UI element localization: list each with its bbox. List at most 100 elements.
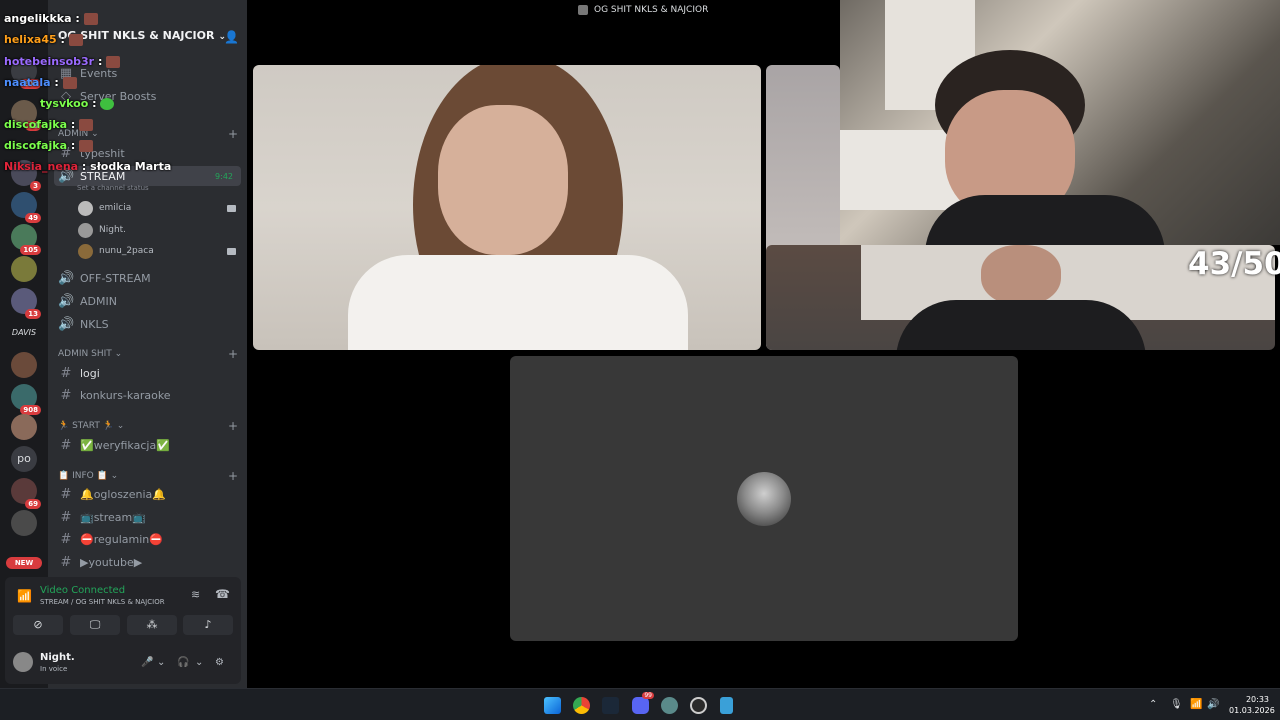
voice-user-name: emilcia <box>99 203 132 213</box>
voice-channel-admin[interactable]: 🔊 ADMIN <box>54 291 241 311</box>
server-header[interactable]: OG SHIT NKLS & NAJCIOR ⌄ <box>58 29 238 47</box>
chat-username: helixa45 <box>4 33 57 46</box>
chat-message: naatala : <box>4 76 77 89</box>
disconnect-icon[interactable]: ☎ <box>215 587 230 601</box>
tv-icon: 📺 <box>80 510 94 524</box>
category-start[interactable]: 🏃 START 🏃 ⌄ + <box>58 419 238 433</box>
voice-user-name: nunu_2paca <box>99 246 154 256</box>
hash-icon: # <box>60 554 72 570</box>
avatar <box>78 200 93 216</box>
emote-icon <box>83 13 98 25</box>
notepad-icon[interactable] <box>720 697 733 714</box>
check-icon: ✅ <box>156 438 170 452</box>
server-icon[interactable]: 69 <box>11 478 41 509</box>
app-icon[interactable] <box>661 697 678 714</box>
mention-badge: 105 <box>20 245 41 255</box>
add-channel-icon[interactable]: + <box>228 469 238 483</box>
server-icon[interactable]: 13 <box>11 288 41 319</box>
clock-time: 20:33 <box>1245 695 1269 704</box>
server-icon[interactable] <box>11 510 37 536</box>
voice-status-subtitle[interactable]: STREAM / OG SHIT NKLS & NAJCIOR <box>40 598 165 606</box>
participant-face <box>981 245 1061 305</box>
voice-user[interactable]: nunu_2paca <box>78 242 238 260</box>
server-icon <box>578 5 588 15</box>
category-label: START <box>72 421 100 431</box>
notification-badge: 99 <box>642 692 654 699</box>
channel-ogloszenia[interactable]: # 🔔 ogloszenia 🔔 <box>54 484 241 504</box>
no-entry-icon: ⛔ <box>80 532 94 546</box>
chevron-down-icon[interactable]: ⌄ <box>195 657 203 668</box>
voice-channel-nkls[interactable]: 🔊 NKLS <box>54 314 241 334</box>
channel-konkurs-karaoke[interactable]: # konkurs-karaoke <box>54 385 241 405</box>
chat-message: discofajka : <box>4 139 94 152</box>
channel-label: NKLS <box>80 317 109 331</box>
voice-channel-off-stream[interactable]: 🔊 OFF-STREAM <box>54 268 241 288</box>
signal-icon[interactable]: 📶 <box>17 589 32 603</box>
server-icon[interactable] <box>11 352 37 378</box>
soundboard-button[interactable]: ♪ <box>183 615 233 635</box>
chat-message: tysvkoo : <box>40 97 115 110</box>
user-name: Night. <box>40 652 75 663</box>
channel-regulamin[interactable]: # ⛔ regulamin ⛔ <box>54 529 241 549</box>
activities-button[interactable]: ⁂ <box>127 615 177 635</box>
chevron-down-icon[interactable]: ⌄ <box>157 657 165 668</box>
chat-message: discofajka : <box>4 118 94 131</box>
channel-stream[interactable]: # 📺 stream 📺 <box>54 507 241 527</box>
participant-face <box>438 105 568 255</box>
voice-user[interactable]: emilcia <box>78 199 238 217</box>
add-channel-icon[interactable]: + <box>228 419 238 433</box>
chat-username: discofajka <box>4 139 67 152</box>
no-entry-icon: ⛔ <box>149 532 163 546</box>
chrome-icon[interactable] <box>573 697 590 714</box>
headphones-icon[interactable]: 🎧 <box>177 657 189 668</box>
camera-toggle-button[interactable]: ⊘ <box>13 615 63 635</box>
server-icon[interactable]: 908 <box>11 384 41 415</box>
add-member-icon[interactable]: 👤 <box>224 30 239 44</box>
window-title: OG SHIT NKLS & NAJCIOR <box>578 5 708 15</box>
mention-badge: 69 <box>25 499 41 509</box>
add-channel-icon[interactable]: + <box>228 127 238 141</box>
channel-logi[interactable]: # logi <box>54 363 241 383</box>
wifi-icon[interactable]: 📶 <box>1190 699 1202 710</box>
voice-status-title: Video Connected <box>40 585 126 596</box>
category-admin-shit[interactable]: ADMIN SHIT ⌄ + <box>58 347 238 361</box>
screen-share-button[interactable]: 🖵 <box>70 615 120 635</box>
microphone-icon[interactable]: 🎤 <box>141 657 153 668</box>
avatar <box>78 222 93 238</box>
add-channel-icon[interactable]: + <box>228 347 238 361</box>
microphone-icon[interactable]: 🎙 <box>1170 699 1183 710</box>
server-icon[interactable] <box>11 414 37 440</box>
steam-icon[interactable] <box>602 697 619 714</box>
participant-shirt <box>925 195 1165 245</box>
system-clock[interactable]: 20:33 01.03.2026 <box>1229 694 1275 716</box>
hash-icon: # <box>60 509 72 525</box>
avatar[interactable] <box>13 652 33 672</box>
obs-icon[interactable] <box>690 697 707 714</box>
settings-gear-icon[interactable]: ⚙ <box>215 657 224 668</box>
server-icon[interactable]: po <box>11 446 37 472</box>
channel-weryfikacja[interactable]: # ✅ weryfikacja ✅ <box>54 435 241 455</box>
video-tile-emilcia[interactable] <box>253 65 761 350</box>
noise-suppression-icon[interactable]: ≋ <box>191 588 200 601</box>
channel-label: youtube <box>88 555 134 569</box>
start-windows-icon[interactable] <box>544 697 561 714</box>
channel-label: regulamin <box>93 532 150 546</box>
new-pill[interactable]: NEW <box>6 557 42 569</box>
chevron-up-icon[interactable]: ⌃ <box>1149 699 1157 710</box>
stream-duration: 9:42 <box>215 171 233 181</box>
discord-icon[interactable]: 99 <box>632 692 654 714</box>
category-info[interactable]: 📋 INFO 📋 ⌄ + <box>58 469 238 483</box>
server-icon[interactable]: DAVIS <box>11 320 37 346</box>
server-icon[interactable]: 105 <box>11 224 41 255</box>
chat-message: angelikkka : <box>4 12 98 25</box>
emote-icon <box>79 119 94 131</box>
volume-icon[interactable]: 🔊 <box>1207 699 1219 710</box>
channel-status[interactable]: Set a channel status <box>77 184 149 192</box>
server-icon[interactable]: 49 <box>11 192 41 223</box>
channel-label: ADMIN <box>80 294 117 308</box>
voice-user[interactable]: Night. <box>78 221 238 239</box>
channel-youtube[interactable]: # ▶ youtube ▶ <box>54 552 241 572</box>
bell-icon: 🔔 <box>80 487 94 501</box>
server-icon[interactable] <box>11 256 37 282</box>
voice-user-name: Night. <box>99 225 127 235</box>
